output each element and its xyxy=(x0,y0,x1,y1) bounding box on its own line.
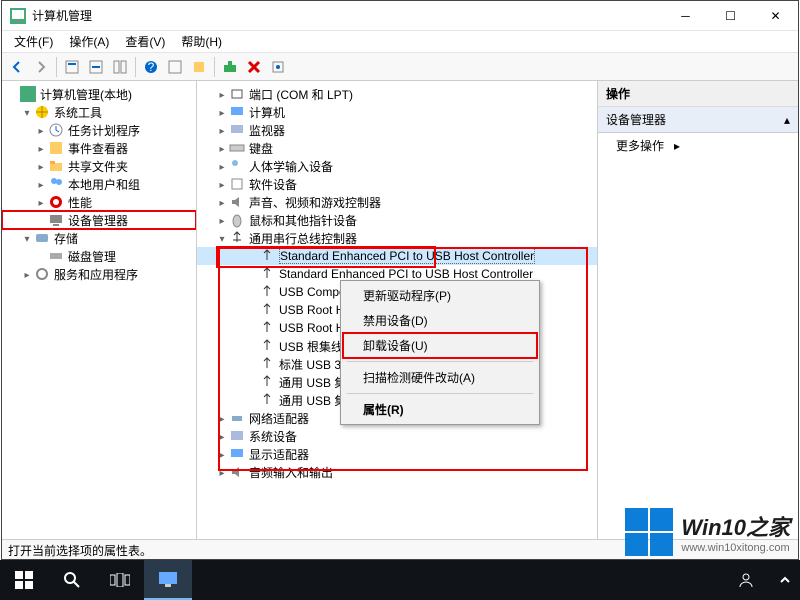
dev-mouse[interactable]: 鼠标和其他指针设备 xyxy=(197,211,597,229)
watermark: Win10之家 www.win10xitong.com xyxy=(625,508,790,556)
start-button[interactable] xyxy=(0,560,48,600)
maximize-button[interactable]: ☐ xyxy=(708,1,753,30)
dev-software[interactable]: 软件设备 xyxy=(197,175,597,193)
dev-usb-controllers[interactable]: 通用串行总线控制器 xyxy=(197,229,597,247)
dev-keyboard[interactable]: 键盘 xyxy=(197,139,597,157)
taskbar-app-compmgmt[interactable] xyxy=(144,560,192,600)
delete-button[interactable] xyxy=(243,56,265,78)
toolbar-btn-5[interactable] xyxy=(188,56,210,78)
scan-hardware-button[interactable] xyxy=(219,56,241,78)
context-menu: 更新驱动程序(P) 禁用设备(D) 卸载设备(U) 扫描检测硬件改动(A) 属性… xyxy=(340,280,540,425)
titlebar: 计算机管理 ─ ☐ ✕ xyxy=(2,1,798,31)
toolbar: ? xyxy=(2,53,798,81)
window-title: 计算机管理 xyxy=(32,7,663,24)
menubar: 文件(F) 操作(A) 查看(V) 帮助(H) xyxy=(2,31,798,53)
taskbar xyxy=(0,560,800,600)
menu-help[interactable]: 帮助(H) xyxy=(175,31,228,52)
ctx-update-driver[interactable]: 更新驱动程序(P) xyxy=(343,283,537,308)
task-view-button[interactable] xyxy=(96,560,144,600)
tree-performance[interactable]: 性能 xyxy=(2,193,196,211)
dev-sound[interactable]: 声音、视频和游戏控制器 xyxy=(197,193,597,211)
tree-root[interactable]: 计算机管理(本地) xyxy=(2,85,196,103)
dev-display[interactable]: 显示适配器 xyxy=(197,445,597,463)
ctx-disable-device[interactable]: 禁用设备(D) xyxy=(343,308,537,333)
left-tree-pane: 计算机管理(本地) 系统工具 任务计划程序 事件查看器 共享文件夹 本地用户和组… xyxy=(2,81,197,539)
forward-button[interactable] xyxy=(30,56,52,78)
tree-storage[interactable]: 存储 xyxy=(2,229,196,247)
ctx-scan-hardware[interactable]: 扫描检测硬件改动(A) xyxy=(343,365,537,390)
dev-audio[interactable]: 音频输入和输出 xyxy=(197,463,597,481)
tree-event-viewer[interactable]: 事件查看器 xyxy=(2,139,196,157)
minimize-button[interactable]: ─ xyxy=(663,1,708,30)
more-actions[interactable]: 更多操作 ▸ xyxy=(598,133,798,158)
actions-pane: 操作 设备管理器 ▴ 更多操作 ▸ xyxy=(598,81,798,539)
toolbar-btn-6[interactable] xyxy=(267,56,289,78)
dev-monitor[interactable]: 监视器 xyxy=(197,121,597,139)
actions-header: 操作 xyxy=(598,81,798,107)
toolbar-btn-1[interactable] xyxy=(61,56,83,78)
collapse-icon[interactable]: ▴ xyxy=(784,113,790,127)
search-button[interactable] xyxy=(48,560,96,600)
app-icon xyxy=(10,8,26,24)
ctx-properties[interactable]: 属性(R) xyxy=(343,397,537,422)
windows-logo-icon xyxy=(625,508,673,556)
close-button[interactable]: ✕ xyxy=(753,1,798,30)
tree-services[interactable]: 服务和应用程序 xyxy=(2,265,196,283)
tree-local-users[interactable]: 本地用户和组 xyxy=(2,175,196,193)
toolbar-btn-3[interactable] xyxy=(109,56,131,78)
menu-view[interactable]: 查看(V) xyxy=(119,31,171,52)
dev-computer[interactable]: 计算机 xyxy=(197,103,597,121)
toolbar-btn-2[interactable] xyxy=(85,56,107,78)
help-button[interactable]: ? xyxy=(140,56,162,78)
toolbar-btn-4[interactable] xyxy=(164,56,186,78)
tree-shared-folders[interactable]: 共享文件夹 xyxy=(2,157,196,175)
tree-task-scheduler[interactable]: 任务计划程序 xyxy=(2,121,196,139)
tree-device-manager[interactable]: 设备管理器 xyxy=(2,211,196,229)
tree-system-tools[interactable]: 系统工具 xyxy=(2,103,196,121)
ctx-uninstall-device[interactable]: 卸载设备(U) xyxy=(343,333,537,358)
svg-text:?: ? xyxy=(148,60,155,74)
usb-item-0[interactable]: Standard Enhanced PCI to USB Host Contro… xyxy=(197,247,597,265)
actions-section[interactable]: 设备管理器 ▴ xyxy=(598,107,798,133)
back-button[interactable] xyxy=(6,56,28,78)
dev-hid[interactable]: 人体学输入设备 xyxy=(197,157,597,175)
menu-action[interactable]: 操作(A) xyxy=(63,31,115,52)
dev-system[interactable]: 系统设备 xyxy=(197,427,597,445)
dev-ports[interactable]: 端口 (COM 和 LPT) xyxy=(197,85,597,103)
tray-up-icon[interactable] xyxy=(770,560,800,600)
menu-file[interactable]: 文件(F) xyxy=(8,31,59,52)
tree-disk-mgmt[interactable]: 磁盘管理 xyxy=(2,247,196,265)
tray-people-icon[interactable] xyxy=(722,560,770,600)
